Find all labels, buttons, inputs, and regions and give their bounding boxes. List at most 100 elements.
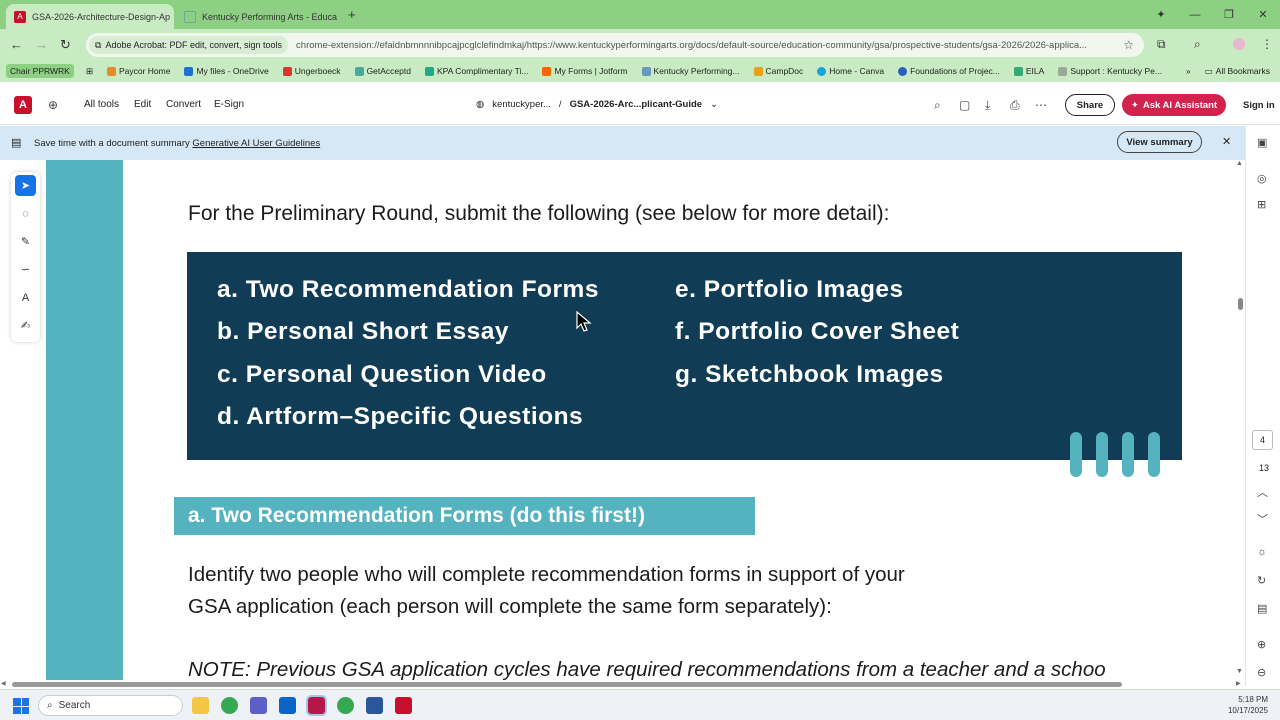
organize-pages-icon[interactable]: ⊞	[1257, 198, 1266, 211]
bookmark-kentucky-performing[interactable]: Kentucky Performing...	[641, 66, 740, 76]
menu-all-tools[interactable]: All tools	[84, 99, 119, 110]
scroll-up-arrow-icon[interactable]: ▲	[1236, 160, 1243, 167]
maximize-button[interactable]: ❐	[1212, 8, 1246, 21]
chevron-up-icon[interactable]: ︿	[1257, 484, 1268, 500]
tab-title: Kentucky Performing Arts - Educa	[202, 11, 338, 22]
scrollbar-thumb[interactable]	[12, 682, 1122, 687]
menu-edit[interactable]: Edit	[134, 99, 151, 110]
tab-gsa-pdf[interactable]: A GSA-2026-Architecture-Design-Ap ✕	[6, 4, 174, 29]
new-tab-button[interactable]: +	[348, 7, 356, 22]
taskbar-search[interactable]: ⌕ Search	[38, 695, 183, 716]
more-options-icon[interactable]: ⋯	[1035, 98, 1047, 112]
jotform-icon	[542, 66, 552, 76]
acrobat-logo-icon[interactable]: A	[14, 96, 32, 114]
ai-assistant-button[interactable]: ✦ Ask AI Assistant	[1122, 94, 1226, 116]
site-info-chip[interactable]: ⧉ Adobe Acrobat: PDF edit, convert, sign…	[89, 36, 289, 54]
tab-kentucky-performing-arts[interactable]: Kentucky Performing Arts - Educa ✕	[176, 4, 342, 29]
campdoc-icon	[753, 66, 763, 76]
bookmark-canva[interactable]: Home - Canva	[817, 66, 884, 76]
download-icon[interactable]: ⤓	[985, 98, 990, 113]
acrobat-taskbar-icon[interactable]	[395, 697, 412, 714]
all-bookmarks[interactable]: ▭ All Bookmarks	[1205, 66, 1270, 77]
gemini-icon[interactable]: ✦	[1144, 8, 1178, 21]
forward-button[interactable]: →	[35, 37, 48, 52]
close-window-button[interactable]: ✕	[1246, 8, 1280, 21]
back-button[interactable]: ←	[10, 37, 23, 52]
chrome-icon[interactable]	[221, 697, 238, 714]
outlook-icon[interactable]	[279, 697, 296, 714]
scrollbar-thumb[interactable]	[1238, 298, 1243, 310]
ai-guidelines-link[interactable]: Generative AI User Guidelines	[192, 138, 320, 149]
bookmark-eila[interactable]: EILA	[1013, 66, 1044, 76]
bookmark-foundations[interactable]: Foundations of Projec...	[898, 66, 1000, 76]
read-mode-icon[interactable]: ☼	[1257, 546, 1267, 558]
bookmark-ungerboeck[interactable]: Ungerboeck	[282, 66, 341, 76]
generate-summary-icon[interactable]: ▣	[1257, 136, 1267, 149]
apps-icon[interactable]: ⊞	[86, 66, 93, 77]
minimize-button[interactable]: —	[1178, 9, 1212, 21]
share-button[interactable]: Share	[1065, 94, 1115, 116]
reload-button[interactable]: ↻	[60, 37, 71, 53]
extensions-icon[interactable]: ⧉	[1157, 37, 1166, 52]
chevron-right-icon[interactable]: »	[1186, 66, 1191, 76]
address-bar[interactable]: ⧉ Adobe Acrobat: PDF edit, convert, sign…	[86, 33, 1144, 57]
breadcrumb-file[interactable]: GSA-2026-Arc...plicant-Guide	[570, 99, 703, 110]
bookmark-paycor[interactable]: Paycor Home	[106, 66, 170, 76]
sign-in-link[interactable]: Sign in	[1243, 100, 1275, 111]
bookmark-kpa-complimentary[interactable]: KPA Complimentary Ti...	[424, 66, 528, 76]
vertical-scrollbar[interactable]: ▲ ▼	[1236, 160, 1245, 680]
acrobat-toolbar: A ⊕ All tools Edit Convert E-Sign ◍ kent…	[0, 85, 1280, 125]
word-icon[interactable]	[366, 697, 383, 714]
scroll-right-arrow-icon[interactable]: ▶	[1236, 680, 1241, 687]
chevron-down-icon[interactable]: ⌄	[710, 99, 718, 110]
bookmark-getacceptd[interactable]: GetAcceptd	[354, 66, 411, 76]
page-thumbnails-icon[interactable]: ▢	[959, 98, 970, 112]
bookmark-onedrive[interactable]: My files - OneDrive	[184, 66, 269, 76]
bookmark-support-kentucky[interactable]: Support : Kentucky Pe...	[1058, 66, 1162, 76]
requirement-item: b. Personal Short Essay	[217, 318, 509, 345]
rotate-icon[interactable]: ↻	[1257, 574, 1266, 587]
highlight-pen-icon[interactable]: ✎	[15, 231, 36, 252]
comment-icon[interactable]: ◌	[15, 203, 36, 224]
menu-esign[interactable]: E-Sign	[214, 99, 244, 110]
scroll-down-arrow-icon[interactable]: ▼	[1236, 668, 1243, 675]
profile-avatar[interactable]	[1233, 38, 1245, 50]
comments-icon[interactable]: ◎	[1257, 172, 1267, 185]
zoom-out-icon[interactable]: ⊖	[1257, 666, 1266, 679]
scroll-left-arrow-icon[interactable]: ◀	[1, 680, 6, 687]
select-cursor-icon[interactable]: ➤	[15, 175, 36, 196]
bookmark-star-icon[interactable]: ☆	[1123, 38, 1134, 52]
window-controls: ✦ — ❐ ✕	[1144, 0, 1280, 29]
menu-icon[interactable]: ⋮	[1261, 37, 1273, 51]
page-icon	[184, 10, 196, 23]
chrome-profile-icon[interactable]	[337, 697, 354, 714]
tab-search-icon[interactable]: ⌕	[1194, 37, 1201, 52]
breadcrumb-site[interactable]: kentuckyper...	[492, 99, 551, 110]
paragraph-line: GSA application (each person will comple…	[188, 595, 832, 618]
freehand-draw-icon[interactable]: ∽	[15, 259, 36, 280]
windows-start-icon[interactable]	[13, 698, 29, 714]
page-properties-icon[interactable]: ▤	[1257, 602, 1267, 615]
zoom-app-icon[interactable]	[306, 695, 327, 716]
horizontal-scrollbar[interactable]: ◀ ▶	[0, 680, 1245, 688]
system-clock[interactable]: 5:18 PM 10/17/2025	[1220, 694, 1268, 716]
bookmark-campdoc[interactable]: CampDoc	[753, 66, 803, 76]
search-icon: ⌕	[47, 700, 53, 711]
search-icon[interactable]: ⌕	[934, 98, 941, 113]
text-box-icon[interactable]: A	[15, 287, 36, 308]
chevron-down-icon[interactable]: ﹀	[1257, 511, 1268, 527]
globe-icon: ◍	[476, 99, 485, 110]
create-icon[interactable]: ⊕	[48, 98, 58, 112]
menu-convert[interactable]: Convert	[166, 99, 201, 110]
bookmark-jotform[interactable]: My Forms | Jotform	[542, 66, 628, 76]
current-page-input[interactable]: 4	[1252, 430, 1273, 450]
total-pages: 13	[1259, 463, 1270, 473]
bookmark-chair-pprwrk[interactable]: Chair PPRWRK	[6, 64, 74, 78]
file-explorer-icon[interactable]	[192, 697, 209, 714]
zoom-in-icon[interactable]: ⊕	[1257, 638, 1266, 651]
teams-icon[interactable]	[250, 697, 267, 714]
close-icon[interactable]: ✕	[1222, 135, 1231, 148]
sign-icon[interactable]: ✍	[15, 315, 36, 336]
view-summary-button[interactable]: View summary	[1117, 131, 1202, 153]
print-icon[interactable]: ⎙	[1010, 98, 1020, 113]
